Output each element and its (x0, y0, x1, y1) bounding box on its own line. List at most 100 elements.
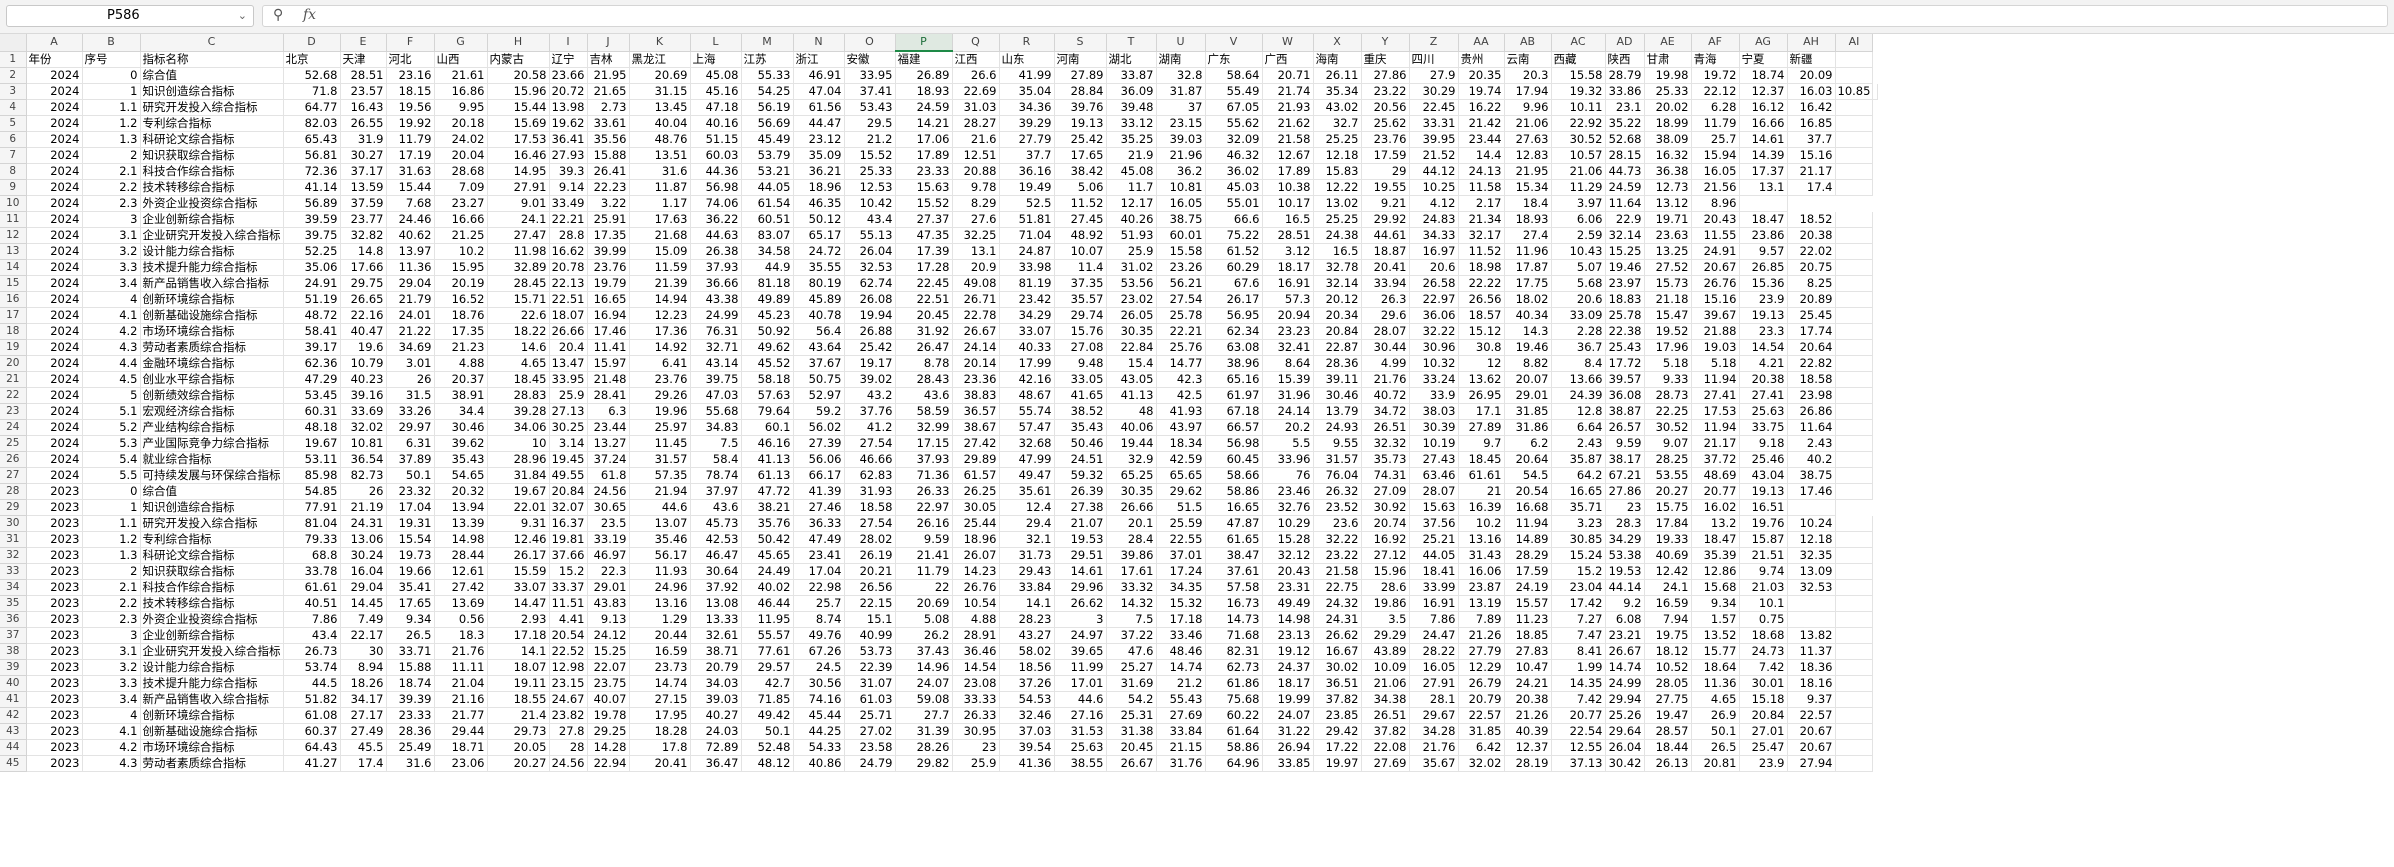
cell[interactable]: 20.9 (952, 259, 1000, 276)
row-header[interactable]: 13 (0, 243, 27, 260)
cell[interactable]: 21.39 (629, 275, 691, 292)
cell[interactable]: 61.03 (844, 691, 896, 708)
cell[interactable]: 32.12 (1262, 547, 1314, 564)
cell[interactable]: 65.17 (793, 227, 845, 244)
cell[interactable]: 1.1 (82, 99, 141, 116)
cell[interactable]: 32.07 (549, 499, 588, 516)
cell[interactable]: 40.04 (629, 115, 691, 132)
cell[interactable]: 26.25 (952, 483, 1000, 500)
column-header-ac[interactable]: AC (1551, 34, 1606, 52)
cell[interactable]: 20.56 (1361, 99, 1410, 116)
cell[interactable]: 34.28 (1409, 723, 1459, 740)
cell[interactable]: 24.72 (793, 243, 845, 260)
cell[interactable]: 45.08 (1106, 163, 1157, 180)
cell[interactable]: 2024 (26, 435, 83, 452)
cell[interactable]: 42.5 (1156, 387, 1206, 404)
cell[interactable]: 39.17 (283, 339, 341, 356)
cell[interactable]: 21.06 (1551, 163, 1606, 180)
cell[interactable]: 23.44 (587, 419, 630, 436)
cell[interactable]: 19.55 (1361, 179, 1410, 196)
cell[interactable]: 陕西 (1605, 51, 1645, 68)
cell[interactable]: 41.13 (741, 451, 794, 468)
cell[interactable]: 28.25 (1644, 451, 1692, 468)
cell[interactable]: 42.59 (1156, 451, 1206, 468)
cell[interactable]: 32.8 (1156, 67, 1206, 84)
cell[interactable]: 15.87 (1739, 531, 1788, 548)
cell[interactable]: 31.57 (1313, 451, 1362, 468)
cell[interactable]: 68.8 (283, 547, 341, 564)
cell[interactable]: 18.52 (1787, 211, 1836, 228)
cell[interactable]: 22.16 (340, 307, 387, 324)
cell[interactable]: 13.94 (434, 499, 488, 516)
cell[interactable]: 10.1 (1739, 595, 1788, 612)
cell[interactable]: 19.66 (386, 563, 435, 580)
cell[interactable]: 21.65 (587, 83, 630, 100)
cell[interactable]: 40.27 (690, 707, 742, 724)
cell[interactable]: 33.69 (340, 403, 387, 420)
cell[interactable]: 22.92 (1551, 115, 1606, 132)
row-header[interactable]: 32 (0, 547, 27, 564)
column-header-b[interactable]: B (82, 34, 141, 52)
cell[interactable]: 21.16 (434, 691, 488, 708)
cell[interactable]: 54.5 (1504, 467, 1552, 484)
cell[interactable]: 22.25 (1644, 403, 1692, 420)
cell[interactable]: 21.06 (1361, 675, 1410, 692)
cell[interactable]: 55.74 (999, 403, 1055, 420)
cell[interactable]: 知识创造综合指标 (140, 499, 284, 516)
cell[interactable]: 企业创新综合指标 (140, 627, 284, 644)
cell[interactable]: 15.57 (1504, 595, 1552, 612)
cell[interactable]: 19.49 (999, 179, 1055, 196)
cell[interactable]: 12.22 (1313, 179, 1362, 196)
column-header-ag[interactable]: AG (1739, 34, 1788, 52)
cell[interactable]: 29.74 (1054, 307, 1107, 324)
cell[interactable]: 11.64 (1787, 419, 1836, 436)
cell[interactable]: 10.25 (1409, 179, 1459, 196)
cell[interactable]: 32.53 (1787, 579, 1836, 596)
cell[interactable]: 20.45 (1106, 739, 1157, 756)
cell[interactable]: 66.6 (1205, 211, 1263, 228)
cell[interactable]: 21 (1458, 483, 1505, 500)
row-header[interactable]: 41 (0, 691, 27, 708)
cell[interactable]: 12.37 (1739, 83, 1788, 100)
cell[interactable]: 15.25 (1605, 243, 1645, 260)
cell[interactable]: 19.46 (1504, 339, 1552, 356)
cell[interactable]: 59.08 (895, 691, 953, 708)
cell[interactable]: 24.73 (1739, 643, 1788, 660)
cell[interactable]: 58.86 (1205, 483, 1263, 500)
cell[interactable]: 11.52 (1458, 243, 1505, 260)
cell[interactable]: 17.65 (1054, 147, 1107, 164)
cell[interactable]: 37.89 (386, 451, 435, 468)
cell[interactable]: 41.65 (1054, 387, 1107, 404)
cell[interactable]: 15.18 (1739, 691, 1788, 708)
cell[interactable]: 32.46 (999, 707, 1055, 724)
cell[interactable]: 4.1 (82, 723, 141, 740)
cell[interactable]: 10.38 (1262, 179, 1314, 196)
cell[interactable]: 产业结构综合指标 (140, 419, 284, 436)
cell[interactable]: 19.13 (1739, 307, 1788, 324)
row-header[interactable]: 21 (0, 371, 27, 388)
cell[interactable]: 24.96 (629, 579, 691, 596)
cell[interactable]: 24.19 (1504, 579, 1552, 596)
cell[interactable]: 24.31 (1313, 611, 1362, 628)
cell[interactable]: 31.76 (1156, 755, 1206, 772)
cell[interactable]: 19.6 (340, 339, 387, 356)
cell[interactable]: 2024 (26, 371, 83, 388)
cell[interactable]: 58.4 (690, 451, 742, 468)
cell[interactable]: 30.35 (1106, 483, 1157, 500)
cell[interactable]: 19.17 (844, 355, 896, 372)
cell[interactable]: 27.86 (1361, 67, 1410, 84)
cell[interactable]: 42.53 (690, 531, 742, 548)
cell[interactable]: 38.52 (1054, 403, 1107, 420)
cell[interactable]: 56.06 (793, 451, 845, 468)
cell[interactable]: 49.62 (741, 339, 794, 356)
cell[interactable]: 30 (340, 643, 387, 660)
cell[interactable]: 13.52 (1691, 627, 1740, 644)
cell[interactable]: 17.06 (895, 131, 953, 148)
cell[interactable]: 17.35 (434, 323, 488, 340)
cell[interactable]: 26.56 (844, 579, 896, 596)
cell[interactable]: 48 (1106, 403, 1157, 420)
cell[interactable]: 9.34 (1691, 595, 1740, 612)
cell[interactable]: 15.69 (487, 115, 550, 132)
cell[interactable]: 15.94 (1691, 147, 1740, 164)
cell[interactable]: 山西 (434, 51, 488, 68)
